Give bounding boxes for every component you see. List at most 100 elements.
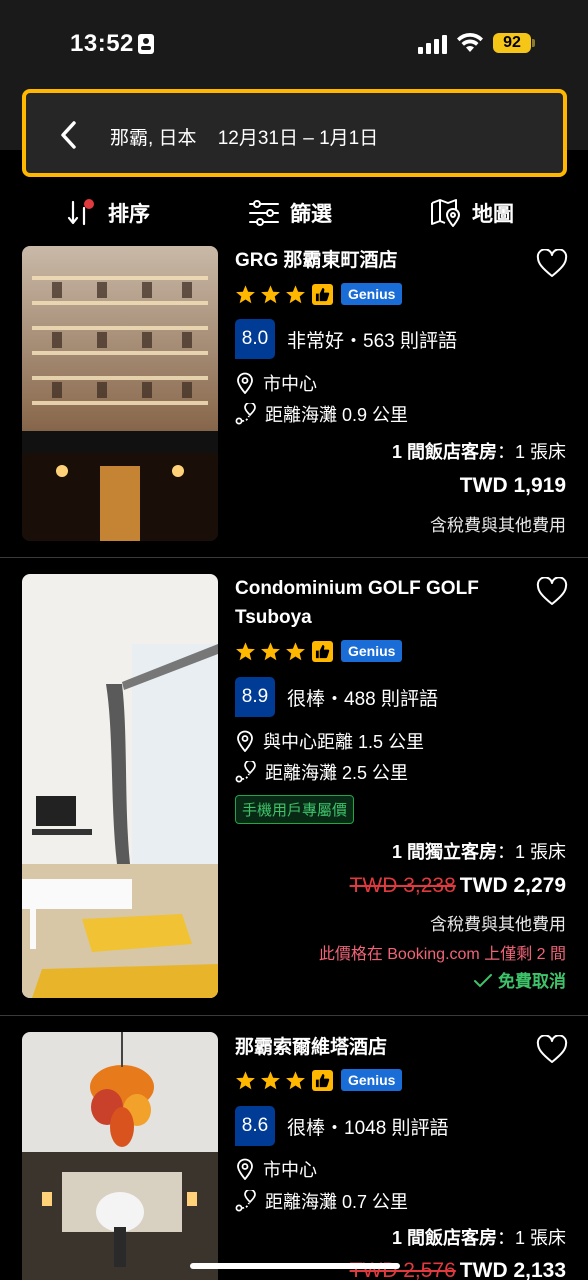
fees-note: 含稅費與其他費用 (430, 516, 566, 535)
preferred-thumbs-up-icon (312, 283, 333, 305)
room-type: 1 間獨立客房 (391, 842, 497, 862)
checkmark-icon (474, 974, 492, 988)
review-score-row: 8.9 很棒・488 則評語 (235, 677, 438, 717)
room-info: 1 間飯店客房：1 張床 (392, 438, 566, 464)
favorite-heart-icon[interactable] (536, 577, 568, 607)
preferred-thumbs-up-icon (312, 640, 333, 662)
star-icon (236, 1070, 255, 1089)
sort-button[interactable]: 排序 (66, 190, 150, 236)
location-text: 市中心 (263, 374, 317, 394)
beach-distance-row: 距離海灘 0.7 公里 (235, 1187, 408, 1215)
star-icon (236, 641, 255, 660)
price: TWD 2,133 (459, 1259, 566, 1280)
star-icon (261, 284, 280, 303)
price: TWD 2,279 (459, 874, 566, 897)
original-price: TWD 3,238 (349, 874, 456, 897)
home-indicator[interactable] (190, 1263, 400, 1269)
hotel-badges: Genius (235, 639, 403, 663)
route-pin-icon (235, 1190, 256, 1212)
bed-count: ：1 張床 (496, 442, 566, 462)
id-card-icon (138, 34, 154, 54)
results-toolbar: 排序 篩選 地圖 (0, 190, 588, 236)
map-icon (431, 199, 460, 227)
beach-distance-row: 距離海灘 0.9 公里 (235, 400, 408, 428)
hotel-badges: Genius (235, 1068, 403, 1092)
search-dates: 12月31日 – 1月1日 (217, 128, 379, 149)
status-bar: 13:52 92 (0, 0, 588, 80)
review-score: 8.6 (235, 1106, 275, 1146)
preferred-thumbs-up-icon (312, 1069, 333, 1091)
favorite-heart-icon[interactable] (536, 249, 568, 279)
sort-label: 排序 (108, 203, 150, 226)
wifi-icon (457, 32, 483, 52)
bed-count: ：1 張床 (496, 1228, 566, 1248)
review-summary: 非常好・563 則評語 (287, 330, 457, 352)
filter-button[interactable]: 篩選 (248, 190, 332, 236)
free-cancel-text: 免費取消 (498, 972, 566, 991)
divider (0, 557, 588, 558)
room-type: 1 間飯店客房 (391, 1228, 497, 1248)
sort-icon (67, 199, 94, 226)
search-summary-box[interactable]: 那霸, 日本 12月31日 – 1月1日 (22, 89, 567, 177)
scarcity-note: 此價格在 Booking.com 上僅剩 2 間 (318, 946, 566, 963)
star-icon (286, 641, 305, 660)
location-pin-icon (237, 1158, 253, 1180)
hotel-name[interactable]: 那霸索爾維塔酒店 (235, 1033, 505, 1062)
room-type: 1 間飯店客房 (391, 442, 497, 462)
star-icon (261, 1070, 280, 1089)
hotel-name[interactable]: GRG 那霸東町酒店 (235, 246, 505, 275)
star-icon (261, 641, 280, 660)
beach-distance-row: 距離海灘 2.5 公里 (235, 758, 408, 786)
location-row: 與中心距離 1.5 公里 (235, 727, 424, 755)
hotel-photo[interactable] (22, 246, 218, 541)
location-row: 市中心 (235, 1155, 317, 1183)
hotel-name[interactable]: Condominium GOLF GOLF Tsuboya (235, 574, 505, 632)
review-score-row: 8.6 很棒・1048 則評語 (235, 1106, 449, 1146)
hotel-photo[interactable] (22, 574, 218, 998)
beach-distance-text: 距離海灘 0.9 公里 (265, 405, 409, 425)
room-info: 1 間獨立客房：1 張床 (392, 838, 566, 864)
beach-distance-text: 距離海灘 0.7 公里 (265, 1192, 409, 1212)
battery-indicator: 92 (493, 33, 531, 53)
route-pin-icon (235, 403, 256, 425)
location-pin-icon (237, 372, 253, 394)
search-summary-text[interactable]: 那霸, 日本 12月31日 – 1月1日 (110, 123, 378, 150)
map-label: 地圖 (472, 203, 514, 226)
star-icon (236, 284, 255, 303)
fees-note: 含稅費與其他費用 (430, 915, 566, 934)
free-cancellation: 免費取消 (474, 967, 566, 992)
route-pin-icon (235, 761, 256, 783)
divider (0, 1015, 588, 1016)
price-row: TWD 3,238 TWD 2,279 (350, 874, 566, 898)
filter-icon (249, 200, 279, 226)
genius-badge: Genius (341, 1069, 403, 1091)
hotel-badges: Genius (235, 282, 403, 306)
review-score-row: 8.0 非常好・563 則評語 (235, 319, 457, 359)
beach-distance-text: 距離海灘 2.5 公里 (265, 763, 409, 783)
location-row: 市中心 (235, 369, 317, 397)
review-score: 8.0 (235, 319, 275, 359)
review-summary: 很棒・488 則評語 (287, 688, 438, 710)
favorite-heart-icon[interactable] (536, 1035, 568, 1065)
location-text: 與中心距離 1.5 公里 (263, 732, 425, 752)
hotel-photo[interactable] (22, 1032, 218, 1280)
genius-badge: Genius (341, 640, 403, 662)
star-icon (286, 1070, 305, 1089)
map-button[interactable]: 地圖 (430, 190, 514, 236)
location-pin-icon (237, 730, 253, 752)
filter-label: 篩選 (290, 203, 332, 226)
back-arrow-icon[interactable] (56, 120, 82, 150)
battery-tip (532, 39, 535, 47)
status-time: 13:52 (70, 30, 134, 57)
review-score: 8.9 (235, 677, 275, 717)
search-location: 那霸, 日本 (110, 128, 197, 149)
room-info: 1 間飯店客房：1 張床 (392, 1224, 566, 1250)
price: TWD 1,919 (459, 474, 566, 497)
mobile-deal-badge: 手機用戶專屬價 (235, 795, 355, 824)
genius-badge: Genius (341, 283, 403, 305)
location-text: 市中心 (263, 1160, 317, 1180)
star-icon (286, 284, 305, 303)
review-summary: 很棒・1048 則評語 (287, 1117, 449, 1139)
cellular-signal-icon (418, 34, 448, 54)
bed-count: ：1 張床 (496, 842, 566, 862)
